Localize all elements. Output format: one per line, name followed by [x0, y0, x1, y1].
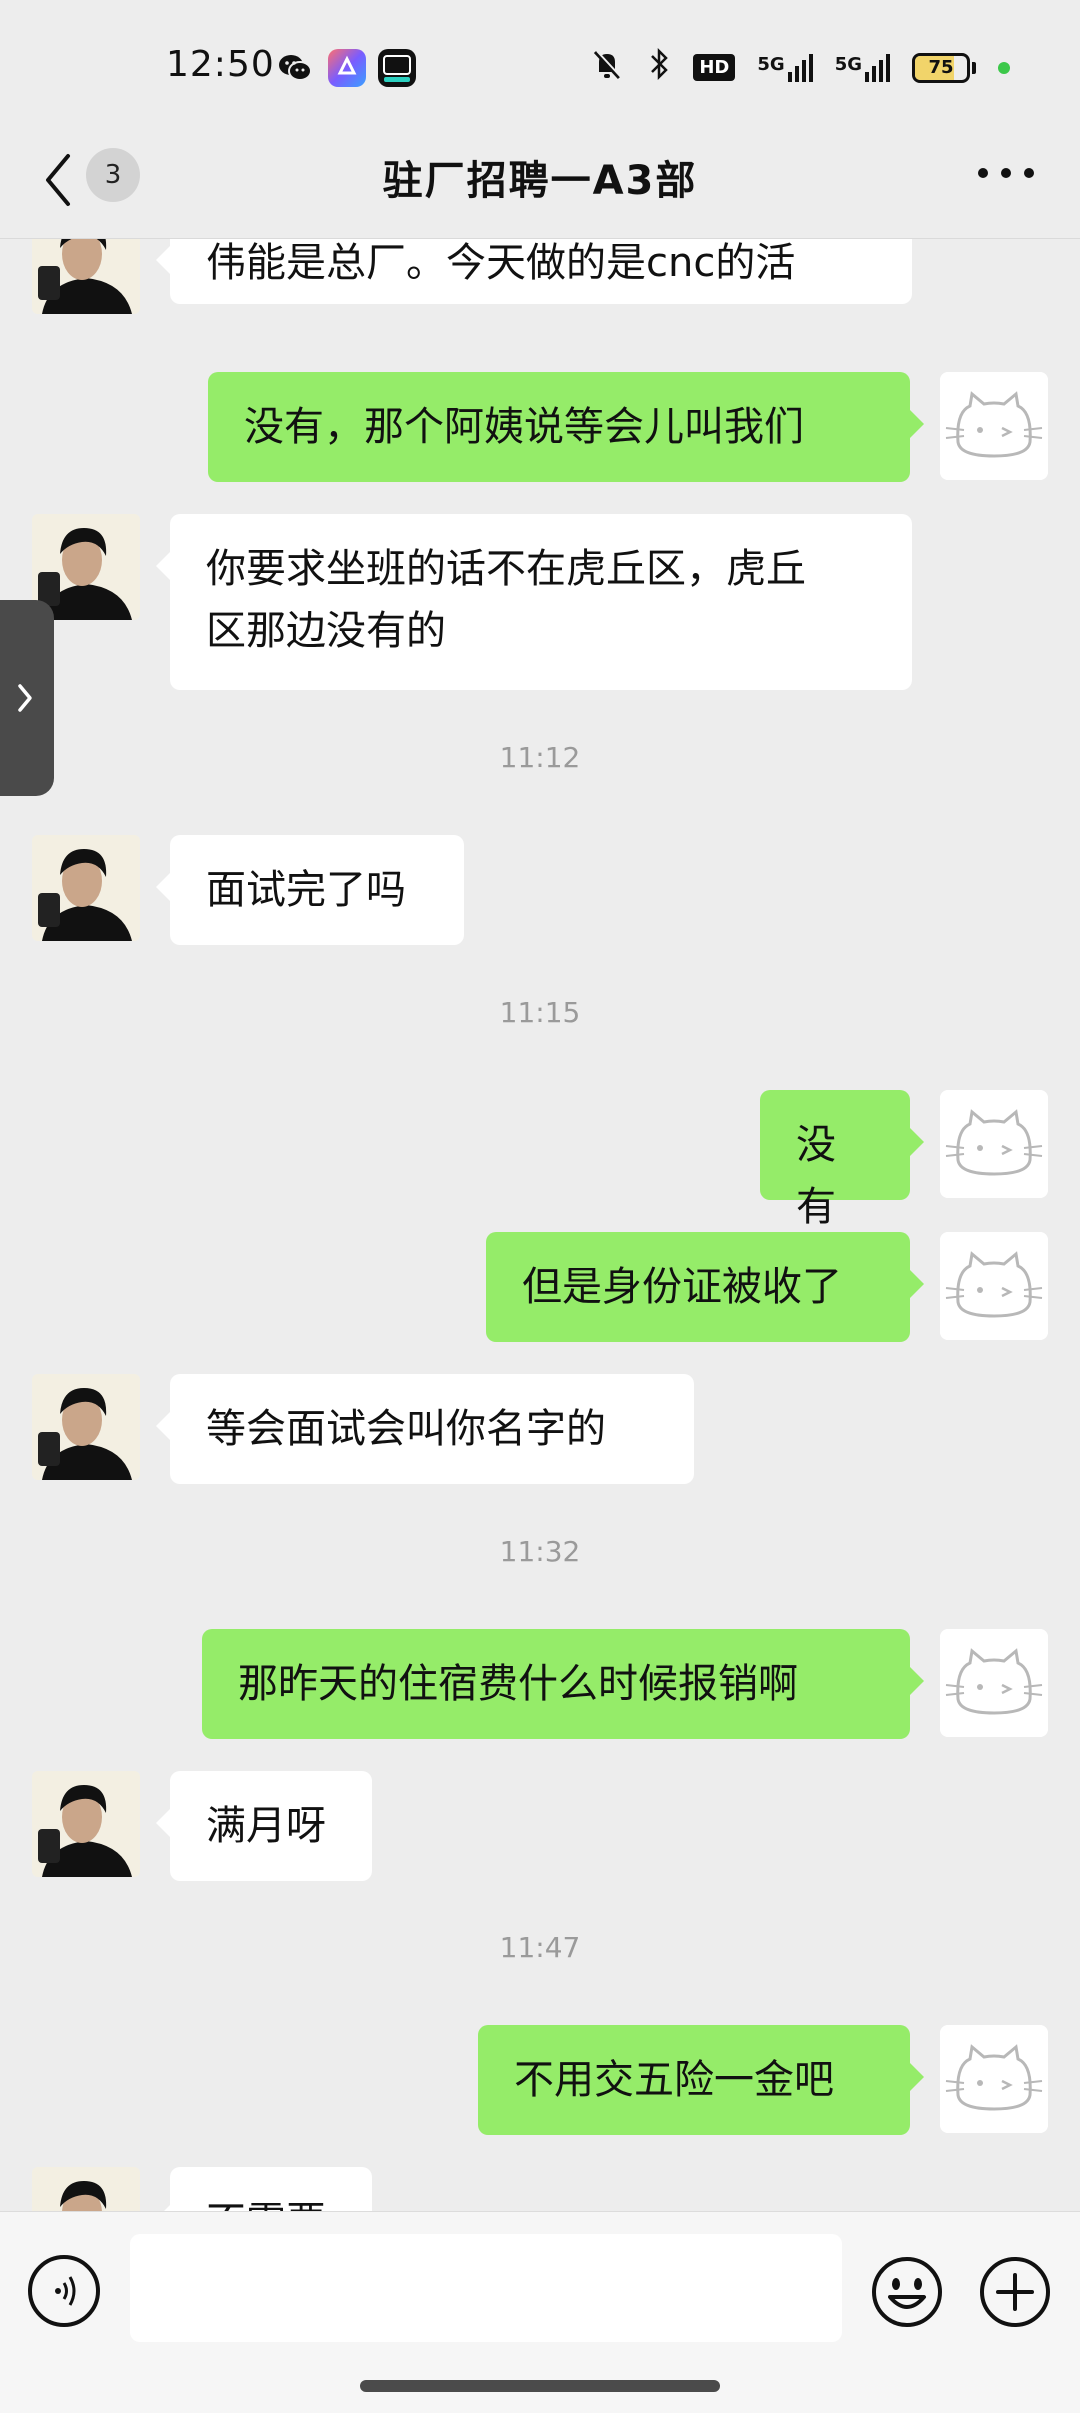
- timestamp: 11:32: [499, 1535, 581, 1568]
- home-indicator[interactable]: [360, 2380, 720, 2392]
- my-avatar[interactable]: [940, 1232, 1048, 1340]
- status-indicators: HD 5G 5G 75: [589, 46, 1010, 89]
- signal-bars-icon: [865, 53, 890, 82]
- plus-icon: [980, 2257, 1050, 2327]
- mute-icon: [589, 46, 625, 89]
- voice-input-button[interactable]: [28, 2255, 100, 2327]
- message-bubble[interactable]: 没有: [760, 1090, 924, 1230]
- message-bubble[interactable]: 那昨天的住宿费什么时候报销啊: [202, 1629, 924, 1739]
- timestamp: 11:47: [499, 1931, 581, 1964]
- emoji-button[interactable]: [870, 2255, 944, 2329]
- my-avatar[interactable]: [940, 2025, 1048, 2133]
- message-bubble[interactable]: 没有，那个阿姨说等会儿叫我们: [208, 372, 924, 482]
- message-bubble[interactable]: 不用交五险一金吧: [478, 2025, 924, 2135]
- contact-avatar[interactable]: [32, 835, 140, 941]
- message-bubble[interactable]: 等会面试会叫你名字的: [156, 1374, 694, 1484]
- timestamp: 11:15: [499, 996, 581, 1029]
- wechat-icon: [276, 49, 314, 87]
- contact-avatar[interactable]: [32, 2167, 140, 2211]
- voice-icon: [55, 2276, 76, 2306]
- input-bar: [0, 2211, 1080, 2413]
- message-input[interactable]: [130, 2234, 842, 2342]
- smiley-icon: [872, 2257, 942, 2327]
- chevron-right-icon: [18, 684, 32, 712]
- contact-avatar[interactable]: [32, 1771, 140, 1877]
- status-bar: 12:50 HD 5G 5G 75: [0, 0, 1080, 138]
- message-bubble[interactable]: 满月呀: [156, 1771, 372, 1881]
- hd-badge: HD: [693, 54, 736, 81]
- privacy-indicator-dot: [998, 61, 1010, 74]
- dewu-app-icon: [378, 49, 416, 87]
- my-avatar[interactable]: [940, 1090, 1048, 1198]
- battery-percent: 75: [928, 56, 954, 78]
- signal-5g-2: 5G: [834, 53, 890, 82]
- network-type-label: 5G: [757, 53, 785, 75]
- signal-bars-icon: [787, 53, 813, 82]
- more-options-icon[interactable]: [978, 168, 1034, 182]
- message-bubble[interactable]: 面试完了吗: [156, 835, 464, 945]
- signal-5g-1: 5G: [757, 53, 813, 82]
- my-avatar[interactable]: [940, 1629, 1048, 1737]
- chat-message-list[interactable]: 伟能是总厂。今天做的是cnc的活没有，那个阿姨说等会儿叫我们你要求坐班的话不在虎…: [0, 239, 1080, 2211]
- timestamp: 11:12: [499, 741, 581, 774]
- app-store-icon: [328, 49, 366, 87]
- status-time: 12:50: [166, 44, 275, 85]
- my-avatar[interactable]: [940, 372, 1048, 480]
- side-panel-handle[interactable]: [0, 600, 54, 796]
- contact-avatar[interactable]: [32, 1374, 140, 1480]
- bluetooth-icon: [647, 46, 671, 89]
- more-functions-button[interactable]: [978, 2255, 1052, 2329]
- chat-title: 驻厂招聘一A3部: [382, 158, 698, 204]
- message-bubble[interactable]: 你要求坐班的话不在虎丘区，虎丘 区那边没有的: [156, 514, 912, 690]
- message-bubble[interactable]: 不需要: [156, 2167, 372, 2211]
- message-bubble[interactable]: 伟能是总厂。今天做的是cnc的活: [156, 239, 912, 304]
- message-bubble[interactable]: 但是身份证被收了: [486, 1232, 924, 1342]
- network-type-label: 5G: [834, 53, 862, 75]
- battery-indicator: 75: [912, 52, 976, 83]
- contact-avatar[interactable]: [32, 239, 140, 314]
